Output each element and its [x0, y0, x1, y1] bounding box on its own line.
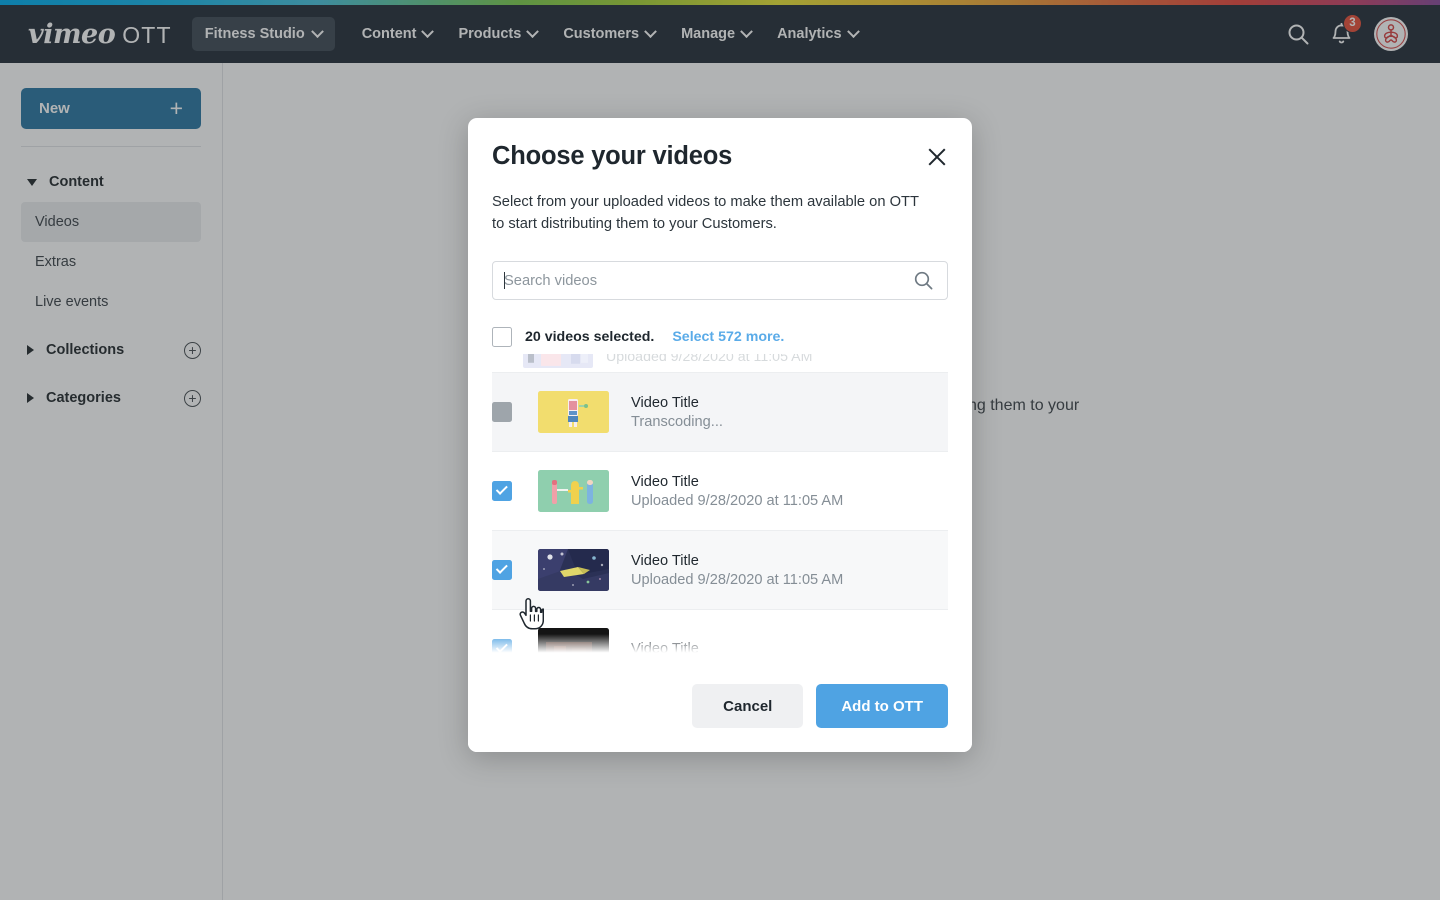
select-more-link[interactable]: Select 572 more.: [672, 329, 784, 345]
video-checkbox[interactable]: [492, 560, 512, 580]
table-row[interactable]: Video Title Uploaded 9/28/2020 at 11:05 …: [492, 451, 948, 530]
video-meta: Video Title Uploaded 9/28/2020 at 11:05 …: [631, 553, 843, 588]
selection-summary-bar: 20 videos selected. Select 572 more.: [468, 320, 972, 354]
choose-videos-modal: Choose your videos Select from your uplo…: [468, 118, 972, 752]
close-icon[interactable]: [926, 146, 948, 168]
modal-footer: Cancel Add to OTT: [468, 660, 972, 752]
modal-subtitle: Select from your uploaded videos to make…: [492, 191, 924, 235]
video-status: Uploaded 9/28/2020 at 11:05 AM: [631, 493, 843, 509]
add-to-ott-button[interactable]: Add to OTT: [816, 684, 948, 728]
check-icon: [495, 562, 507, 574]
video-meta: Video Title: [631, 641, 699, 657]
video-meta: Video Title Uploaded 9/28/2020 at 11:05 …: [631, 474, 843, 509]
table-row[interactable]: Video Title Uploaded 9/28/2020 at 11:05 …: [492, 530, 948, 609]
modal-title: Choose your videos: [492, 142, 948, 171]
table-row[interactable]: Video Title: [492, 609, 948, 660]
video-thumbnail: [538, 549, 609, 591]
list-item-partial: Uploaded 9/28/2020 at 11:05 AM: [492, 354, 948, 372]
table-row[interactable]: Video Title Transcoding...: [492, 372, 948, 451]
video-checkbox-disabled: [492, 402, 512, 422]
video-title: Video Title: [631, 474, 843, 490]
video-status: Uploaded 9/28/2020 at 11:05 AM: [631, 572, 843, 588]
video-title: Video Title: [631, 395, 723, 411]
video-thumbnail: [538, 391, 609, 433]
modal-header: Choose your videos Select from your uplo…: [468, 118, 972, 300]
search-field-wrapper: [492, 261, 948, 300]
video-thumbnail: [523, 354, 593, 368]
video-thumbnail: [538, 628, 609, 660]
selected-count-label: 20 videos selected.: [525, 329, 654, 345]
upload-date-label: Uploaded 9/28/2020 at 11:05 AM: [606, 354, 812, 365]
video-thumbnail: [538, 470, 609, 512]
text-caret: [504, 272, 505, 289]
video-list[interactable]: Uploaded 9/28/2020 at 11:05 AM: [468, 354, 972, 660]
video-title: Video Title: [631, 641, 699, 657]
check-icon: [495, 483, 507, 495]
video-status: Transcoding...: [631, 414, 723, 430]
search-input[interactable]: [492, 261, 948, 300]
video-meta: Video Title Transcoding...: [631, 395, 723, 430]
select-all-checkbox[interactable]: [492, 327, 512, 347]
video-checkbox[interactable]: [492, 639, 512, 659]
cancel-button[interactable]: Cancel: [692, 684, 803, 728]
video-checkbox[interactable]: [492, 481, 512, 501]
check-icon: [495, 641, 507, 653]
video-title: Video Title: [631, 553, 843, 569]
